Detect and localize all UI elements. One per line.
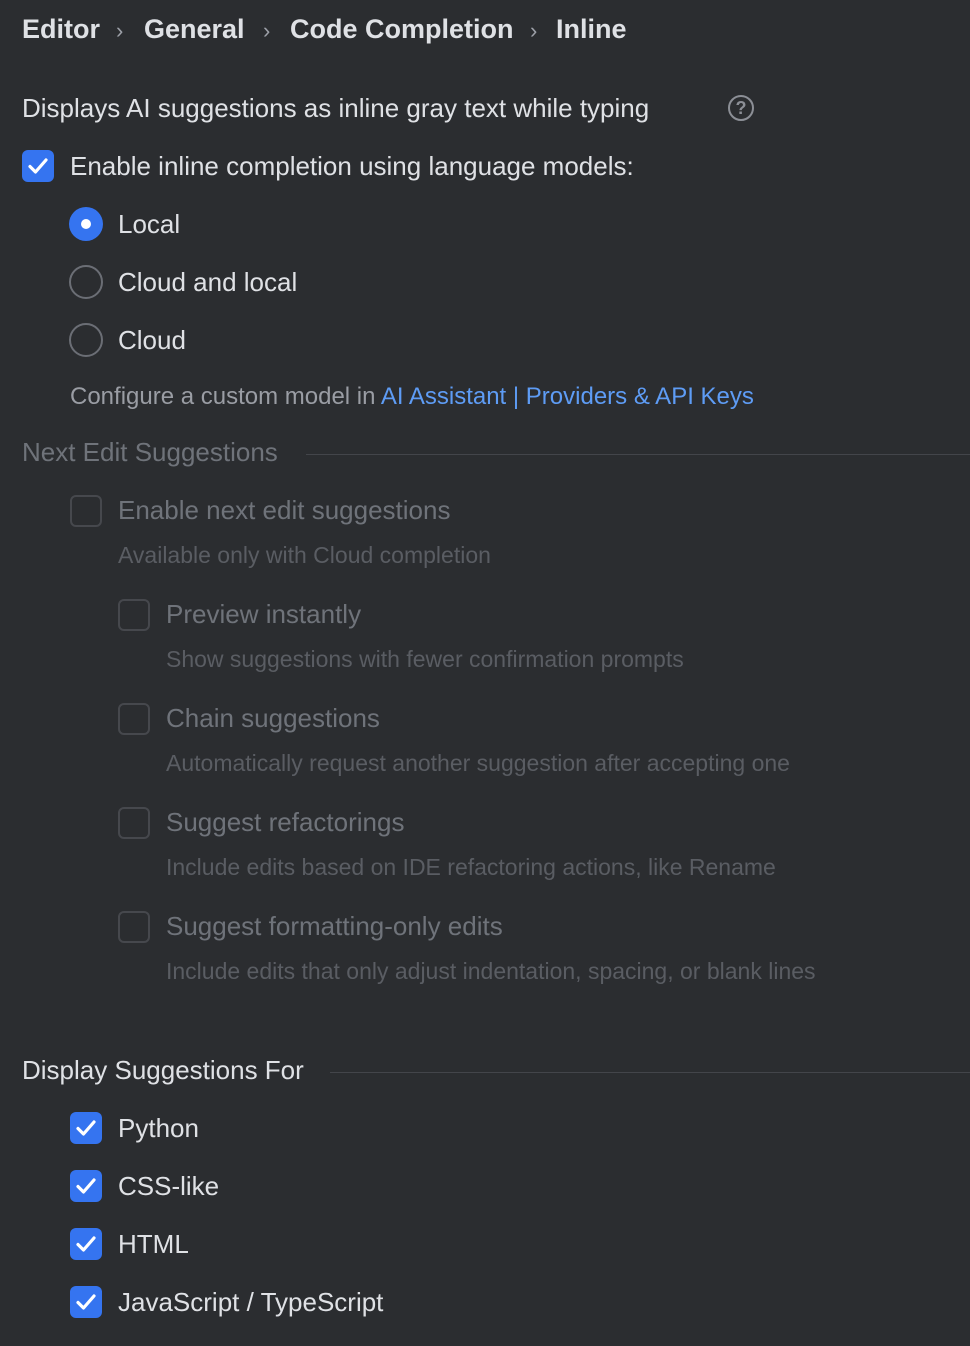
section-divider: [306, 454, 970, 455]
suggest-formatting-hint: Include edits that only adjust indentati…: [166, 958, 816, 984]
preview-instantly-hint: Show suggestions with fewer confirmation…: [166, 646, 684, 672]
breadcrumb-item-code-completion[interactable]: Code Completion: [290, 14, 514, 45]
suggest-formatting-label[interactable]: Suggest formatting-only edits: [166, 911, 503, 942]
enable-next-edit-checkbox[interactable]: [70, 495, 102, 527]
suggest-refactorings-label[interactable]: Suggest refactorings: [166, 807, 404, 838]
chain-suggestions-checkbox[interactable]: [118, 703, 150, 735]
radio-local[interactable]: [69, 207, 103, 241]
suggest-formatting-checkbox[interactable]: [118, 911, 150, 943]
check-icon: [76, 1120, 96, 1136]
help-icon[interactable]: ?: [728, 95, 754, 121]
preview-instantly-label[interactable]: Preview instantly: [166, 599, 361, 630]
radio-cloud-and-local-label[interactable]: Cloud and local: [118, 267, 297, 298]
chain-suggestions-label[interactable]: Chain suggestions: [166, 703, 380, 734]
breadcrumb-separator-icon: ›: [263, 18, 271, 43]
radio-cloud-and-local[interactable]: [69, 265, 103, 299]
breadcrumb-item-general[interactable]: General: [144, 14, 245, 45]
html-checkbox[interactable]: [70, 1228, 102, 1260]
enable-next-edit-hint: Available only with Cloud completion: [118, 542, 491, 568]
radio-cloud[interactable]: [69, 323, 103, 357]
suggest-refactorings-hint: Include edits based on IDE refactoring a…: [166, 854, 776, 880]
enable-inline-checkbox[interactable]: [22, 150, 54, 182]
html-label[interactable]: HTML: [118, 1229, 189, 1260]
section-title-display-for: Display Suggestions For: [22, 1055, 304, 1085]
javascript-typescript-checkbox[interactable]: [70, 1286, 102, 1318]
section-divider: [330, 1072, 970, 1073]
breadcrumb-item-inline: Inline: [556, 14, 627, 44]
breadcrumb-item-editor[interactable]: Editor: [22, 14, 100, 45]
javascript-typescript-label[interactable]: JavaScript / TypeScript: [118, 1287, 383, 1318]
breadcrumb-separator-icon: ›: [116, 18, 124, 43]
configure-prefix: Configure a custom model in: [70, 383, 381, 410]
check-icon: [28, 158, 48, 174]
chain-suggestions-hint: Automatically request another suggestion…: [166, 750, 790, 776]
breadcrumb-separator-icon: ›: [530, 18, 538, 43]
enable-inline-label[interactable]: Enable inline completion using language …: [70, 151, 634, 182]
enable-next-edit-label[interactable]: Enable next edit suggestions: [118, 495, 450, 526]
providers-api-keys-link[interactable]: Providers & API Keys: [526, 383, 754, 410]
ai-assistant-link[interactable]: AI Assistant: [381, 383, 506, 410]
check-icon: [76, 1178, 96, 1194]
preview-instantly-checkbox[interactable]: [118, 599, 150, 631]
check-icon: [76, 1294, 96, 1310]
page-description: Displays AI suggestions as inline gray t…: [22, 93, 650, 123]
css-like-checkbox[interactable]: [70, 1170, 102, 1202]
section-title-next-edit: Next Edit Suggestions: [22, 437, 278, 467]
css-like-label[interactable]: CSS-like: [118, 1171, 219, 1202]
link-separator: |: [512, 383, 520, 410]
configure-model-text: Configure a custom model in AI Assistant…: [70, 383, 754, 411]
check-icon: [76, 1236, 96, 1252]
python-checkbox[interactable]: [70, 1112, 102, 1144]
python-label[interactable]: Python: [118, 1113, 199, 1144]
suggest-refactorings-checkbox[interactable]: [118, 807, 150, 839]
radio-cloud-label[interactable]: Cloud: [118, 325, 186, 356]
radio-local-label[interactable]: Local: [118, 209, 180, 240]
